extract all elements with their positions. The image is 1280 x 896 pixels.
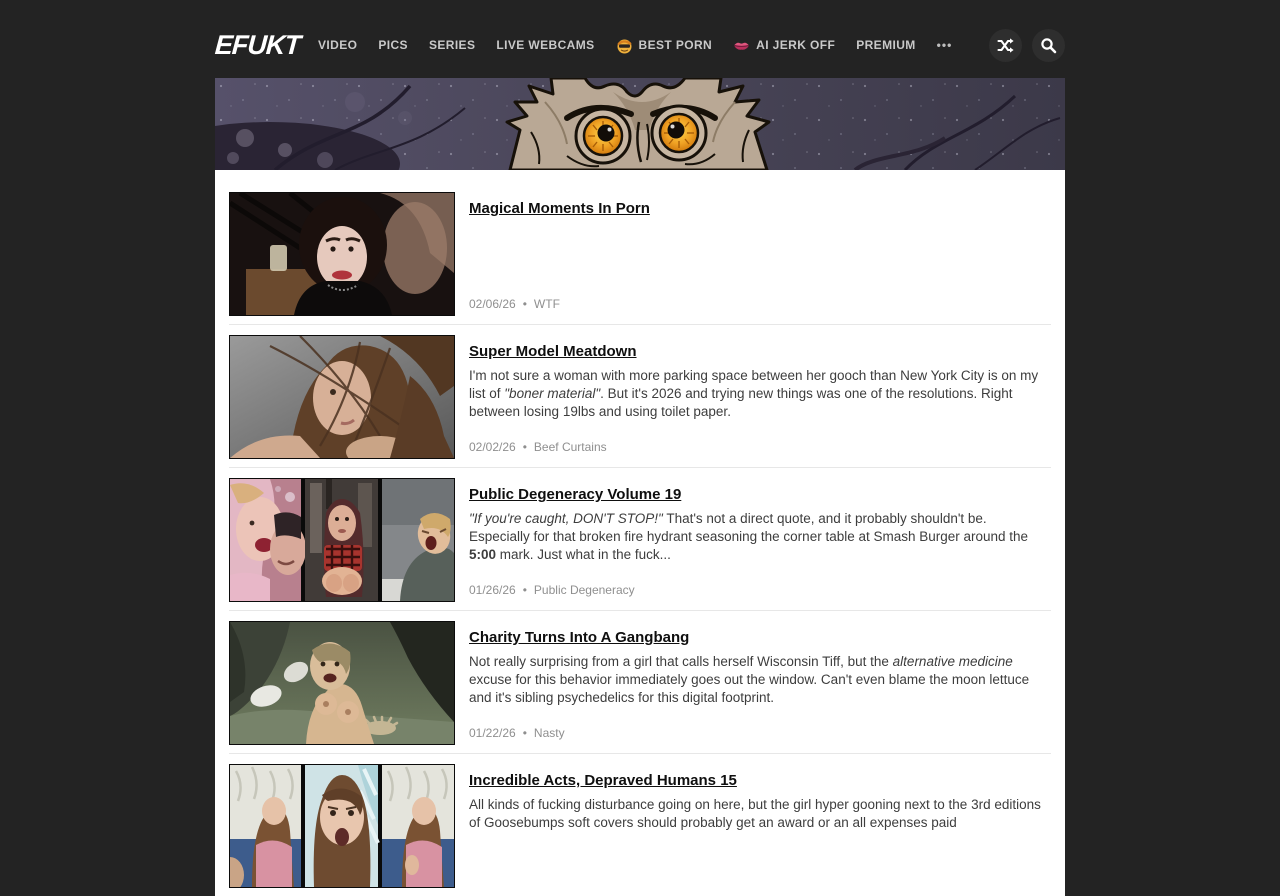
nav-series[interactable]: SERIES	[429, 38, 475, 52]
main-nav: VIDEO PICS SERIES LIVE WEBCAMS BEST PORN…	[318, 37, 952, 54]
post-date: 02/02/26	[469, 440, 516, 454]
meta-dot: •	[523, 298, 527, 310]
post-date: 01/26/26	[469, 583, 516, 597]
post-description: All kinds of fucking disturbance going o…	[469, 796, 1044, 832]
post-item: Charity Turns Into A Gangbang Not really…	[229, 611, 1051, 754]
post-item: Public Degeneracy Volume 19 "If you're c…	[229, 468, 1051, 611]
nav-live-webcams[interactable]: LIVE WEBCAMS	[496, 38, 594, 52]
nav-more[interactable]: •••	[937, 38, 953, 52]
nav-best-porn-label: BEST PORN	[639, 38, 713, 52]
shuffle-icon	[997, 37, 1014, 54]
meta-dot: •	[523, 441, 527, 453]
nav-video[interactable]: VIDEO	[318, 38, 357, 52]
post-date: 02/06/26	[469, 297, 516, 311]
post-item: Super Model Meatdown I'm not sure a woma…	[229, 325, 1051, 468]
shuffle-button[interactable]	[989, 29, 1022, 62]
nav-premium[interactable]: PREMIUM	[856, 38, 915, 52]
post-thumbnail[interactable]	[229, 335, 455, 459]
meta-dot: •	[523, 584, 527, 596]
post-description: I'm not sure a woman with more parking s…	[469, 367, 1044, 421]
nav-ai-jerk-off-label: AI JERK OFF	[756, 38, 835, 52]
meta-dot: •	[523, 727, 527, 739]
post-thumbnail[interactable]	[229, 478, 455, 602]
page-shell: EFUKT VIDEO PICS SERIES LIVE WEBCAMS BES…	[215, 0, 1065, 896]
post-title-link[interactable]: Incredible Acts, Depraved Humans 15	[469, 772, 737, 790]
cool-face-icon	[616, 37, 633, 54]
search-icon	[1040, 37, 1057, 54]
post-category-link[interactable]: Public Degeneracy	[534, 583, 635, 597]
site-logo[interactable]: EFUKT	[214, 30, 301, 61]
post-list: Magical Moments In Porn 02/06/26 • WTF	[215, 170, 1065, 896]
post-meta: 02/06/26 • WTF	[469, 297, 560, 311]
nav-best-porn[interactable]: BEST PORN	[616, 37, 713, 54]
top-bar: EFUKT VIDEO PICS SERIES LIVE WEBCAMS BES…	[215, 0, 1065, 78]
post-title-link[interactable]: Public Degeneracy Volume 19	[469, 486, 681, 504]
post-meta: 01/22/26 • Nasty	[469, 726, 565, 740]
lips-icon	[733, 37, 750, 54]
post-thumbnail[interactable]	[229, 192, 455, 316]
search-button[interactable]	[1032, 29, 1065, 62]
post-item: Incredible Acts, Depraved Humans 15 All …	[229, 754, 1051, 896]
post-category-link[interactable]: Nasty	[534, 726, 565, 740]
post-description: Not really surprising from a girl that c…	[469, 653, 1044, 707]
post-title-link[interactable]: Super Model Meatdown	[469, 343, 637, 361]
post-thumbnail[interactable]	[229, 764, 455, 888]
nav-ai-jerk-off[interactable]: AI JERK OFF	[733, 37, 835, 54]
post-meta: 02/02/26 • Beef Curtains	[469, 440, 607, 454]
post-category-link[interactable]: WTF	[534, 297, 560, 311]
post-date: 01/22/26	[469, 726, 516, 740]
post-title-link[interactable]: Magical Moments In Porn	[469, 200, 650, 218]
post-description: "If you're caught, DON'T STOP!" That's n…	[469, 510, 1044, 564]
post-thumbnail[interactable]	[229, 621, 455, 745]
nav-pics[interactable]: PICS	[378, 38, 408, 52]
banner-image[interactable]	[215, 78, 1065, 170]
post-item: Magical Moments In Porn 02/06/26 • WTF	[229, 182, 1051, 325]
post-title-link[interactable]: Charity Turns Into A Gangbang	[469, 629, 689, 647]
post-meta: 01/26/26 • Public Degeneracy	[469, 583, 635, 597]
top-actions	[989, 29, 1065, 62]
post-category-link[interactable]: Beef Curtains	[534, 440, 607, 454]
